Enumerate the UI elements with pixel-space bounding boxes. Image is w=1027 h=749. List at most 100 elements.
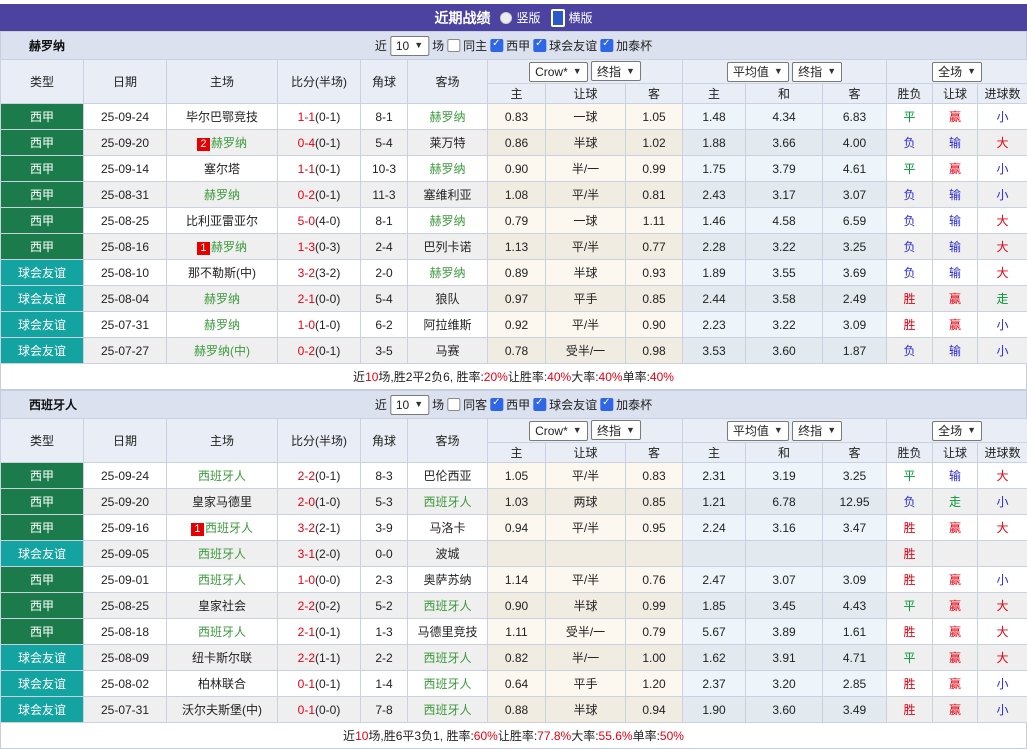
date-cell: 25-09-20 <box>84 130 167 156</box>
league-cell: 西甲 <box>1 156 84 182</box>
outcome-cell: 大 <box>978 645 1027 671</box>
europe-time-select[interactable]: 终指▼ <box>792 62 842 82</box>
handicap-odds-cell: 0.90 <box>626 312 683 338</box>
scope-select[interactable]: 全场▼ <box>932 62 982 82</box>
outcome-cell: 赢 <box>933 104 978 130</box>
page-title: 近期战绩 <box>434 8 490 28</box>
outcome-cell: 赢 <box>933 671 978 697</box>
outcome-cell <box>933 541 978 567</box>
handicap-odds-cell: 平/半 <box>546 567 626 593</box>
home-team-cell: 赫罗纳 <box>167 182 278 208</box>
team-name: 马洛卡 <box>429 521 465 535</box>
outcome-cell: 大 <box>978 130 1027 156</box>
halftime-score: (2-1) <box>315 521 340 535</box>
red-card-badge: 2 <box>197 138 210 151</box>
handicap-odds-cell <box>626 541 683 567</box>
view-option-horizontal[interactable]: 横版 <box>551 9 593 27</box>
league-catalan-cup-checkbox[interactable] <box>600 398 613 411</box>
europe-odds-cell: 1.21 <box>683 489 746 515</box>
europe-odds-cell: 3.91 <box>746 645 823 671</box>
league-laliga-label: 西甲 <box>506 396 530 413</box>
europe-odds-cell: 2.23 <box>683 312 746 338</box>
handicap-odds-cell: 半球 <box>546 697 626 723</box>
europe-odds-cell: 3.09 <box>823 312 887 338</box>
europe-odds-cell: 2.28 <box>683 234 746 260</box>
outcome-cell: 平 <box>887 593 933 619</box>
europe-odds-cell: 3.69 <box>823 260 887 286</box>
europe-odds-cell: 1.75 <box>683 156 746 182</box>
handicap-odds-cell: 1.05 <box>488 463 546 489</box>
europe-odds-cell: 1.89 <box>683 260 746 286</box>
view-option-vertical[interactable]: 竖版 <box>500 9 540 26</box>
outcome-cell: 负 <box>887 182 933 208</box>
team-name: 西班牙人 <box>423 677 471 691</box>
chevron-down-icon: ▼ <box>827 67 836 76</box>
corners-cell: 2-0 <box>361 260 408 286</box>
europe-odds-cell: 3.19 <box>746 463 823 489</box>
team-name: 皇家社会 <box>198 599 246 613</box>
league-catalan-cup-checkbox[interactable] <box>600 39 613 52</box>
title-bar: 近期战绩 竖版 横版 <box>0 4 1027 31</box>
europe-odds-cell: 3.22 <box>746 312 823 338</box>
handicap-odds-cell: 0.64 <box>488 671 546 697</box>
date-cell: 25-08-18 <box>84 619 167 645</box>
away-team-cell: 奥萨苏纳 <box>408 567 488 593</box>
europe-odds-cell: 3.55 <box>746 260 823 286</box>
halftime-score: (0-1) <box>315 136 340 150</box>
europe-odds-cell: 5.67 <box>683 619 746 645</box>
same-home-checkbox[interactable] <box>447 39 460 52</box>
outcome-cell: 平 <box>887 645 933 671</box>
outcome-group-header: 全场▼ <box>887 419 1027 443</box>
table-row: 西甲25-08-25比利亚雷亚尔5-0(4-0)8-1赫罗纳0.79一球1.11… <box>1 208 1027 234</box>
radio-selected-icon[interactable] <box>551 9 565 27</box>
radio-unselected-icon[interactable] <box>500 12 512 24</box>
table-row: 球会友谊25-07-31赫罗纳1-0(1-0)6-2阿拉维斯0.92平/半0.9… <box>1 312 1027 338</box>
league-cell: 西甲 <box>1 593 84 619</box>
away-team-cell: 莱万特 <box>408 130 488 156</box>
handicap-time-select[interactable]: 终指▼ <box>591 61 641 81</box>
away-team-cell: 西班牙人 <box>408 593 488 619</box>
halftime-score: (4-0) <box>315 214 340 228</box>
team-name: 赫罗纳 <box>211 136 247 150</box>
league-catalan-cup-label: 加泰杯 <box>616 396 652 413</box>
same-away-checkbox[interactable] <box>447 398 460 411</box>
red-card-badge: 1 <box>191 523 204 536</box>
handicap-time-select[interactable]: 终指▼ <box>591 420 641 440</box>
corners-cell: 8-3 <box>361 463 408 489</box>
team-name: 赫罗纳 <box>204 292 240 306</box>
team-name: 西班牙人 <box>198 547 246 561</box>
filter-suffix-label: 场 <box>432 37 444 54</box>
fulltime-score: 2-1 <box>298 292 315 306</box>
europe-odds-cell: 3.20 <box>746 671 823 697</box>
bookmaker-select[interactable]: Crow*▼ <box>529 421 588 441</box>
bookmaker-select[interactable]: Crow*▼ <box>529 62 588 82</box>
sub-header-away-odds: 客 <box>626 84 683 104</box>
outcome-cell: 大 <box>978 463 1027 489</box>
table-row: 球会友谊25-08-02柏林联合0-1(0-1)1-4西班牙人0.64平手1.2… <box>1 671 1027 697</box>
halftime-score: (0-2) <box>315 599 340 613</box>
league-laliga-checkbox[interactable] <box>490 39 503 52</box>
league-friendly-checkbox[interactable] <box>533 398 546 411</box>
handicap-odds-cell: 1.20 <box>626 671 683 697</box>
europe-time-select[interactable]: 终指▼ <box>792 421 842 441</box>
fulltime-score: 0-2 <box>298 188 315 202</box>
league-cell: 西甲 <box>1 130 84 156</box>
europe-odds-cell: 4.61 <box>823 156 887 182</box>
summary-espanyol: 近10场,胜6平3负1, 胜率:60% 让胜率:77.8% 大率:55.6% 单… <box>0 723 1027 749</box>
halftime-score: (0-1) <box>315 625 340 639</box>
corners-cell: 0-0 <box>361 541 408 567</box>
handicap-odds-cell: 1.11 <box>626 208 683 234</box>
recent-count-select[interactable]: 10 ▼ <box>390 395 429 415</box>
league-laliga-checkbox[interactable] <box>490 398 503 411</box>
league-friendly-checkbox[interactable] <box>533 39 546 52</box>
handicap-odds-cell: 1.05 <box>626 104 683 130</box>
outcome-cell: 小 <box>978 156 1027 182</box>
team-name: 那不勒斯(中) <box>188 266 256 280</box>
recent-count-select[interactable]: 10 ▼ <box>390 36 429 56</box>
average-select[interactable]: 平均值▼ <box>727 421 789 441</box>
scope-select[interactable]: 全场▼ <box>932 421 982 441</box>
europe-odds-cell: 3.60 <box>746 697 823 723</box>
col-header-score: 比分(半场) <box>278 419 361 463</box>
average-select[interactable]: 平均值▼ <box>727 62 789 82</box>
handicap-odds-cell <box>546 541 626 567</box>
